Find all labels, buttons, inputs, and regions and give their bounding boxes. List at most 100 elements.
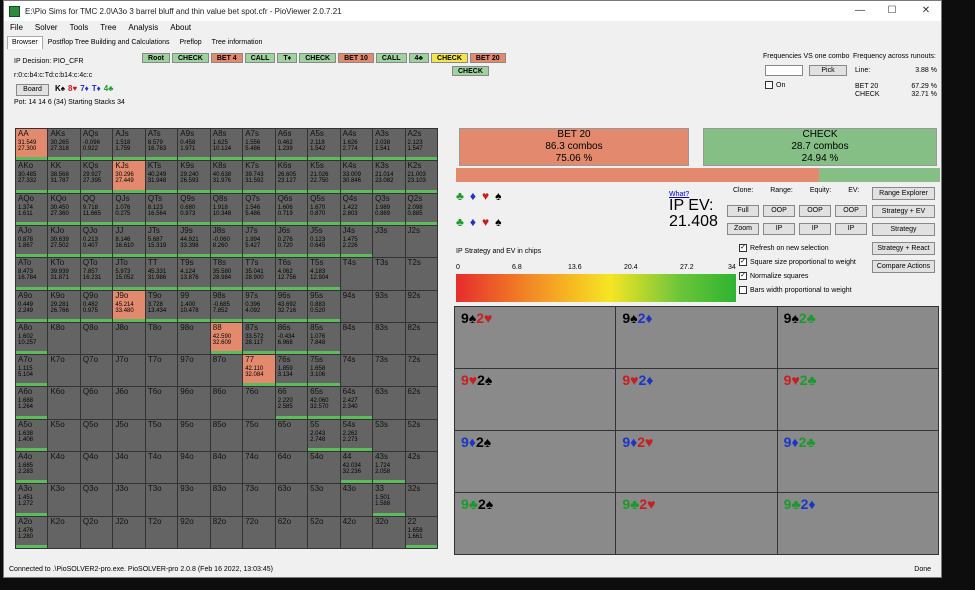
hand-cell[interactable]: 72o bbox=[243, 516, 275, 548]
hand-cell[interactable]: KK 38.568 31.787 bbox=[48, 161, 80, 193]
hand-cell[interactable]: 73o bbox=[243, 484, 275, 516]
hand-cell[interactable]: 85o bbox=[210, 419, 243, 452]
hand-cell[interactable]: K9o 29.281 26.766 bbox=[48, 290, 80, 322]
action-node[interactable]: CALL bbox=[375, 53, 407, 63]
hand-cell[interactable]: 99 1.400 10.478 bbox=[178, 290, 210, 322]
hand-cell[interactable]: T2s bbox=[405, 258, 437, 290]
hand-cell[interactable]: 33 1.501 1.588 bbox=[373, 484, 405, 516]
hand-cell[interactable]: 92o bbox=[178, 516, 210, 548]
equity-ip-button[interactable]: IP bbox=[799, 223, 831, 235]
hand-cell[interactable]: AKs 30.265 27.318 bbox=[48, 129, 80, 161]
action-node[interactable]: Root bbox=[142, 53, 170, 63]
menu-tree[interactable]: Tree bbox=[94, 21, 122, 35]
hand-cell[interactable]: TT 45.331 31.986 bbox=[145, 258, 178, 290]
hand-cell[interactable]: 84s bbox=[340, 322, 373, 355]
combo-cell[interactable]: 9♠2♥ bbox=[455, 307, 616, 368]
suit-filter-icon[interactable]: ♣ bbox=[456, 189, 464, 203]
hand-cell[interactable]: A5o 1.638 1.408 bbox=[16, 419, 48, 452]
hand-cell[interactable]: AQs -0.096 0.922 bbox=[80, 129, 113, 161]
range-explorer-button[interactable]: Range Explorer bbox=[872, 187, 935, 200]
full-button[interactable]: Full bbox=[727, 205, 759, 217]
hand-cell[interactable]: 97s 0.396 4.092 bbox=[243, 290, 275, 322]
hand-cell[interactable]: 64o bbox=[275, 452, 308, 484]
action-node[interactable]: BET 4 bbox=[210, 53, 243, 63]
hand-cell[interactable]: 92s bbox=[405, 290, 437, 322]
hand-cell[interactable]: J6o bbox=[113, 387, 145, 419]
hand-cell[interactable]: 95o bbox=[178, 419, 210, 452]
hand-cell[interactable]: K4o bbox=[48, 452, 80, 484]
compare-actions-button[interactable]: Compare Actions bbox=[872, 260, 935, 273]
hand-cell[interactable]: J8o bbox=[113, 322, 145, 355]
maximize-icon[interactable]: ☐ bbox=[881, 3, 903, 19]
hand-cell[interactable]: J7s 1.894 5.427 bbox=[243, 225, 275, 258]
hand-cell[interactable]: A4s 1.626 2.774 bbox=[340, 129, 373, 161]
menu-file[interactable]: File bbox=[4, 21, 29, 35]
hand-cell[interactable]: 93o bbox=[178, 484, 210, 516]
combo-cell[interactable]: 9♣2♠ bbox=[455, 493, 616, 554]
close-icon[interactable]: ✕ bbox=[915, 3, 937, 19]
suit-filter-icon[interactable]: ♥ bbox=[482, 215, 489, 229]
hand-cell[interactable]: 62s bbox=[405, 387, 437, 419]
hand-cell[interactable]: 72s bbox=[405, 355, 437, 387]
hand-cell[interactable]: 98o bbox=[178, 322, 210, 355]
hand-cell[interactable]: AKo 30.485 27.332 bbox=[16, 161, 48, 193]
hand-cell[interactable]: J7o bbox=[113, 355, 145, 387]
hand-cell[interactable]: J9s 44.921 33.398 bbox=[178, 225, 210, 258]
hand-cell[interactable]: Q7o bbox=[80, 355, 113, 387]
menu-tools[interactable]: Tools bbox=[64, 21, 95, 35]
menu-analysis[interactable]: Analysis bbox=[122, 21, 164, 35]
hand-cell[interactable]: Q4o bbox=[80, 452, 113, 484]
hand-cell[interactable]: 53o bbox=[308, 484, 340, 516]
hand-cell[interactable]: A4o 1.685 2.283 bbox=[16, 452, 48, 484]
hand-cell[interactable]: ATo 8.473 16.784 bbox=[16, 258, 48, 290]
hand-cell[interactable]: K5s 21.026 22.750 bbox=[308, 161, 340, 193]
action-node[interactable]: BET 10 bbox=[338, 53, 374, 63]
bars-width-checkbox[interactable]: Bars width proportional to weight bbox=[739, 286, 852, 294]
hand-cell[interactable]: QQ 9.718 11.665 bbox=[80, 193, 113, 225]
hand-cell[interactable]: 87o bbox=[210, 355, 243, 387]
hand-cell[interactable]: K4s 33.009 30.846 bbox=[340, 161, 373, 193]
hand-cell[interactable]: JTs 5.687 15.319 bbox=[145, 225, 178, 258]
combo-input[interactable] bbox=[765, 65, 803, 76]
board-button[interactable]: Board bbox=[16, 84, 49, 96]
hand-cell[interactable]: Q3s 1.989 0.869 bbox=[373, 193, 405, 225]
hand-cell[interactable]: 43s 1.724 2.058 bbox=[373, 452, 405, 484]
hand-cell[interactable]: AA 31.549 27.300 bbox=[16, 129, 48, 161]
tab-postflop-tree[interactable]: Postflop Tree Building and Calculations bbox=[43, 36, 175, 49]
checkbox-box[interactable]: ✓ bbox=[739, 272, 747, 280]
tab-tree-information[interactable]: Tree information bbox=[207, 36, 268, 49]
hand-cell[interactable]: 96s 43.692 32.716 bbox=[275, 290, 308, 322]
on-checkbox-box[interactable] bbox=[765, 81, 773, 89]
ev-oop-button[interactable]: OOP bbox=[835, 205, 867, 217]
hand-cell[interactable]: 42s bbox=[405, 452, 437, 484]
zoom-button[interactable]: Zoom bbox=[727, 223, 759, 235]
hand-cell[interactable]: 86s -0.434 6.968 bbox=[275, 322, 308, 355]
hand-cell[interactable]: A3s 2.038 1.541 bbox=[373, 129, 405, 161]
hand-cell[interactable]: Q2o bbox=[80, 516, 113, 548]
hand-cell[interactable]: J3o bbox=[113, 484, 145, 516]
hand-cell[interactable]: 65o bbox=[275, 419, 308, 452]
tab-browser[interactable]: Browser bbox=[7, 36, 43, 49]
hand-cell[interactable]: 73s bbox=[373, 355, 405, 387]
combo-cell[interactable]: 9♥2♣ bbox=[777, 369, 938, 430]
hand-cell[interactable]: Q6s 1.606 0.719 bbox=[275, 193, 308, 225]
suit-filter-icon[interactable]: ♥ bbox=[482, 189, 489, 203]
hand-cell[interactable]: J2o bbox=[113, 516, 145, 548]
hand-cell[interactable]: 22 1.658 1.661 bbox=[405, 516, 437, 548]
action-node[interactable]: T♦ bbox=[277, 53, 298, 63]
hand-cell[interactable]: 42o bbox=[340, 516, 373, 548]
hand-cell[interactable]: 52o bbox=[308, 516, 340, 548]
suit-filter-icon[interactable]: ♠ bbox=[495, 189, 501, 203]
checkbox-box[interactable] bbox=[739, 286, 747, 294]
hand-cell[interactable]: A2s 2.123 1.547 bbox=[405, 129, 437, 161]
hand-cell[interactable]: 63s bbox=[373, 387, 405, 419]
ev-ip-button[interactable]: IP bbox=[835, 223, 867, 235]
strategy-ev-button[interactable]: Strategy + EV bbox=[872, 205, 935, 218]
hand-cell[interactable]: 75s 1.658 3.106 bbox=[308, 355, 340, 387]
hand-cell[interactable]: Q9o 0.482 0.975 bbox=[80, 290, 113, 322]
hand-cell[interactable]: J9o 45.214 33.480 bbox=[113, 290, 145, 322]
hand-cell[interactable]: T4o bbox=[145, 452, 178, 484]
hand-cell[interactable]: A2o 1.476 1.280 bbox=[16, 516, 48, 548]
hand-cell[interactable]: K8s 40.638 31.976 bbox=[210, 161, 243, 193]
hand-cell[interactable]: A8o 1.602 10.257 bbox=[16, 322, 48, 355]
